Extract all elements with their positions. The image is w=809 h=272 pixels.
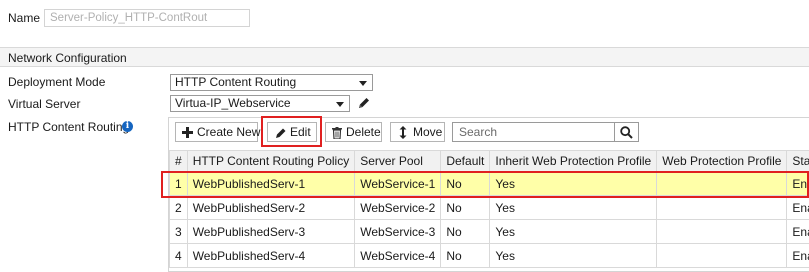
deployment-mode-select[interactable]: HTTP Content Routing bbox=[170, 74, 373, 91]
inherit-profile: Yes bbox=[489, 243, 658, 268]
web-protection-profile bbox=[656, 195, 788, 220]
column-header-policy[interactable]: HTTP Content Routing Policy bbox=[186, 150, 356, 172]
trash-icon bbox=[332, 127, 342, 139]
status: Enabled bbox=[786, 219, 809, 244]
server-pool: WebService-4 bbox=[354, 243, 442, 268]
table-row[interactable]: 4 WebPublishedServ-4 WebService-4 No Yes… bbox=[169, 243, 809, 268]
row-number: 4 bbox=[169, 243, 188, 268]
deployment-mode-value: HTTP Content Routing bbox=[175, 75, 297, 89]
create-new-label: Create New bbox=[197, 125, 261, 139]
default-value: No bbox=[440, 219, 491, 244]
column-header-web-protection-profile[interactable]: Web Protection Profile bbox=[656, 150, 788, 172]
policy-name: WebPublishedServ-4 bbox=[186, 243, 356, 268]
name-label: Name bbox=[8, 11, 41, 25]
column-header-server-pool[interactable]: Server Pool bbox=[354, 150, 442, 172]
web-protection-profile bbox=[656, 219, 788, 244]
table-row[interactable]: 2 WebPublishedServ-2 WebService-2 No Yes… bbox=[169, 195, 809, 220]
http-content-routing-label: HTTP Content Routing bbox=[8, 120, 130, 134]
row-number: 2 bbox=[169, 195, 188, 220]
table-row[interactable]: 3 WebPublishedServ-3 WebService-3 No Yes… bbox=[169, 219, 809, 244]
edit-virtual-server-pencil-icon[interactable] bbox=[357, 96, 371, 110]
virtual-server-value: Virtua-IP_Webservice bbox=[175, 96, 291, 110]
policy-name: WebPublishedServ-2 bbox=[186, 195, 356, 220]
server-pool: WebService-2 bbox=[354, 195, 442, 220]
default-value: No bbox=[440, 195, 491, 220]
edit-highlight-box bbox=[261, 116, 322, 147]
column-header-default[interactable]: Default bbox=[440, 150, 491, 172]
chevron-down-icon bbox=[336, 102, 344, 107]
web-protection-profile bbox=[656, 243, 788, 268]
row-number: 3 bbox=[169, 219, 188, 244]
search-icon bbox=[620, 126, 633, 139]
status: Enabled bbox=[786, 243, 809, 268]
search-input[interactable]: Search bbox=[452, 122, 615, 142]
move-label: Move bbox=[413, 125, 443, 139]
inherit-profile: Yes bbox=[489, 195, 658, 220]
delete-label: Delete bbox=[346, 125, 381, 139]
virtual-server-select[interactable]: Virtua-IP_Webservice bbox=[170, 95, 350, 112]
column-header-inherit-profile[interactable]: Inherit Web Protection Profile bbox=[489, 150, 658, 172]
virtual-server-label: Virtual Server bbox=[8, 97, 81, 111]
section-header: Network Configuration bbox=[0, 47, 809, 67]
plus-icon bbox=[182, 127, 193, 138]
default-value: No bbox=[440, 243, 491, 268]
deployment-mode-label: Deployment Mode bbox=[8, 75, 106, 89]
column-header-status[interactable]: Status bbox=[786, 150, 809, 172]
section-title: Network Configuration bbox=[8, 51, 127, 65]
column-header-num[interactable]: # bbox=[169, 150, 188, 172]
content-routing-table: # HTTP Content Routing Policy Server Poo… bbox=[169, 150, 809, 268]
chevron-down-icon bbox=[359, 81, 367, 86]
name-field[interactable]: Server-Policy_HTTP-ContRout bbox=[44, 9, 250, 27]
row-highlight-box bbox=[161, 171, 809, 198]
create-new-button[interactable]: Create New bbox=[175, 122, 261, 142]
policy-name: WebPublishedServ-3 bbox=[186, 219, 356, 244]
info-icon[interactable]: i bbox=[122, 121, 133, 132]
move-button[interactable]: Move bbox=[390, 122, 445, 142]
search-button[interactable] bbox=[615, 122, 639, 142]
table-header-row: # HTTP Content Routing Policy Server Poo… bbox=[169, 150, 809, 172]
move-arrows-icon bbox=[399, 126, 407, 139]
delete-button[interactable]: Delete bbox=[325, 122, 382, 142]
inherit-profile: Yes bbox=[489, 219, 658, 244]
status: Enabled bbox=[786, 195, 809, 220]
server-pool: WebService-3 bbox=[354, 219, 442, 244]
